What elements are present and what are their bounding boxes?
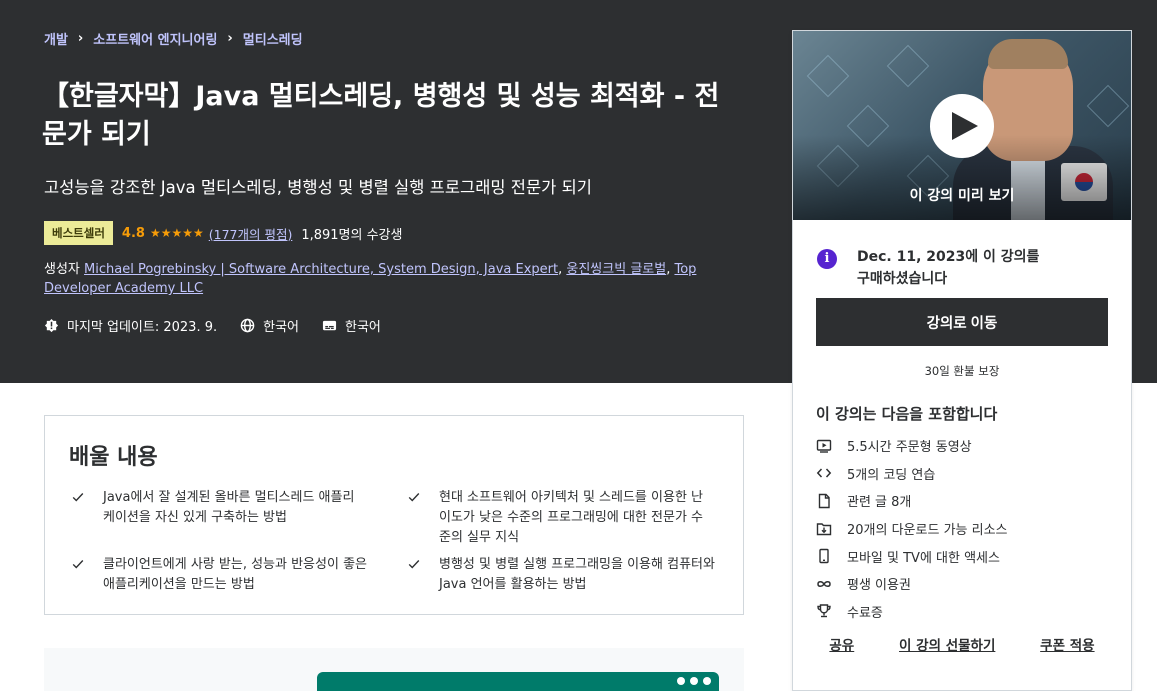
video-icon — [816, 438, 832, 454]
course-preview-video[interactable]: 이 강의 미리 보기 — [793, 31, 1131, 220]
check-icon — [71, 490, 85, 528]
learn-item-text: Java에서 잘 설계된 올바른 멀티스레드 애플리케이션을 자신 있게 구축하… — [103, 490, 355, 525]
breadcrumb: 개발 › 소프트웨어 엔지니어링 › 멀티스레딩 — [44, 29, 303, 48]
learn-item: 병행성 및 병렬 실행 프로그래밍을 이용해 컴퓨터와 Java 언어를 활용하… — [407, 555, 719, 595]
language: 한국어 — [240, 316, 299, 335]
what-you-learn-title: 배울 내용 — [69, 445, 158, 470]
bestseller-badge: 베스트셀러 — [44, 221, 113, 245]
student-count: 1,891명의 수강생 — [301, 227, 403, 243]
captions: 한국어 — [322, 316, 381, 335]
includes-item-label: 관련 글 8개 — [847, 495, 912, 511]
chevron-right-icon: › — [77, 31, 84, 46]
file-icon — [816, 493, 832, 509]
course-subtitle: 고성능을 강조한 Java 멀티스레딩, 병행성 및 병렬 실행 프로그래밍 전… — [44, 178, 592, 197]
learn-item: 클라이언트에게 사랑 받는, 성능과 반응성이 좋은 애플리케이션을 만드는 방… — [71, 555, 371, 595]
includes-title: 이 강의는 다음을 포함합니다 — [816, 405, 998, 423]
list-item: 수료증 — [816, 598, 1008, 626]
last-updated: 마지막 업데이트: 2023. 9. — [44, 316, 217, 335]
rating-row: 베스트셀러 4.8 ★★★★★ (177개의 평점) 1,891명의 수강생 — [44, 221, 402, 245]
go-to-course-button[interactable]: 강의로 이동 — [816, 298, 1108, 346]
rating-count-link[interactable]: (177개의 평점) — [209, 224, 293, 243]
code-icon — [816, 465, 832, 481]
last-updated-text: 마지막 업데이트: 2023. 9. — [67, 320, 218, 335]
purchased-text: Dec. 11, 2023에 이 강의를 구매하셨습니다 — [857, 249, 1040, 287]
chevron-right-icon: › — [227, 31, 233, 46]
folder-download-icon — [816, 521, 832, 537]
infinity-icon — [816, 576, 832, 592]
globe-icon — [240, 318, 255, 333]
rating-value: 4.8 — [121, 225, 145, 241]
list-item: 5.5시간 주문형 동영상 — [816, 432, 1008, 460]
creator-link-woongjin[interactable]: 웅진씽크빅 글로벌 — [566, 262, 666, 277]
list-item: 20개의 다운로드 가능 리소스 — [816, 515, 1008, 543]
captions-text: 한국어 — [345, 320, 381, 335]
language-text: 한국어 — [263, 320, 300, 335]
learn-item: 현대 소프트웨어 아키텍처 및 스레드를 이용한 난이도가 낮은 수준의 프로그… — [407, 488, 707, 548]
star-rating-icon: ★★★★★ — [149, 226, 204, 240]
share-button[interactable]: 공유 — [829, 634, 854, 654]
mobile-icon — [816, 548, 832, 564]
check-icon — [71, 557, 85, 595]
list-item: 관련 글 8개 — [816, 487, 1008, 515]
window-dot-icon — [703, 677, 711, 685]
preview-label: 이 강의 미리 보기 — [909, 188, 1015, 204]
info-icon: i — [817, 249, 837, 269]
promo-window-graphic — [317, 672, 719, 691]
breadcrumb-item-software-engineering[interactable]: 소프트웨어 엔지니어링 — [93, 29, 217, 48]
includes-list: 5.5시간 주문형 동영상 5개의 코딩 연습 관련 글 8개 20개의 다운로… — [816, 432, 1008, 625]
learn-item-text: 현대 소프트웨어 아키텍처 및 스레드를 이용한 난이도가 낮은 수준의 프로그… — [439, 490, 703, 545]
creator-label: 생성자 — [44, 262, 80, 277]
creator-line: 생성자 Michael Pogrebinsky | Software Archi… — [44, 262, 697, 296]
course-meta: 마지막 업데이트: 2023. 9. 한국어 한국어 — [44, 316, 404, 335]
what-you-learn-box: 배울 내용 Java에서 잘 설계된 올바른 멀티스레드 애플리케이션을 자신 … — [44, 415, 744, 615]
creator-link-pogrebinsky[interactable]: Michael Pogrebinsky | Software Architect… — [84, 262, 558, 277]
check-icon — [407, 490, 421, 548]
list-item: 모바일 및 TV에 대한 액세스 — [816, 542, 1008, 570]
apply-coupon-button[interactable]: 쿠폰 적용 — [1040, 634, 1094, 654]
breadcrumb-item-development[interactable]: 개발 — [44, 29, 68, 48]
includes-item-label: 5.5시간 주문형 동영상 — [847, 440, 972, 456]
list-item: 평생 이용권 — [816, 570, 1008, 598]
window-dot-icon — [690, 677, 698, 685]
course-title: 【한글자막】Java 멀티스레딩, 병행성 및 성능 최적화 - 전문가 되기 — [42, 81, 720, 150]
trophy-icon — [816, 603, 832, 619]
breadcrumb-item-multithreading[interactable]: 멀티스레딩 — [243, 29, 303, 48]
money-back-guarantee: 30일 환불 보장 — [924, 364, 1000, 378]
gift-course-button[interactable]: 이 강의 선물하기 — [899, 634, 995, 654]
promo-section — [44, 648, 744, 691]
card-actions: 공유 이 강의 선물하기 쿠폰 적용 — [793, 634, 1131, 654]
learn-item: Java에서 잘 설계된 올바른 멀티스레드 애플리케이션을 자신 있게 구축하… — [71, 488, 361, 528]
closed-captions-icon — [322, 318, 337, 333]
includes-item-label: 평생 이용권 — [847, 578, 911, 594]
purchased-notice: i Dec. 11, 2023에 이 강의를 구매하셨습니다 — [817, 246, 1057, 290]
alert-badge-icon — [44, 318, 59, 333]
learn-item-text: 병행성 및 병렬 실행 프로그래밍을 이용해 컴퓨터와 Java 언어를 활용하… — [439, 557, 715, 592]
play-icon[interactable] — [930, 94, 994, 158]
learn-item-text: 클라이언트에게 사랑 받는, 성능과 반응성이 좋은 애플리케이션을 만드는 방… — [103, 557, 367, 592]
window-dot-icon — [677, 677, 685, 685]
purchase-sidebar: 이 강의 미리 보기 i Dec. 11, 2023에 이 강의를 구매하셨습니… — [792, 30, 1132, 691]
includes-item-label: 5개의 코딩 연습 — [847, 467, 936, 483]
list-item: 5개의 코딩 연습 — [816, 460, 1008, 488]
includes-item-label: 모바일 및 TV에 대한 액세스 — [847, 550, 1000, 566]
includes-item-label: 20개의 다운로드 가능 리소스 — [847, 523, 1008, 539]
check-icon — [407, 557, 421, 595]
includes-item-label: 수료증 — [847, 605, 883, 621]
